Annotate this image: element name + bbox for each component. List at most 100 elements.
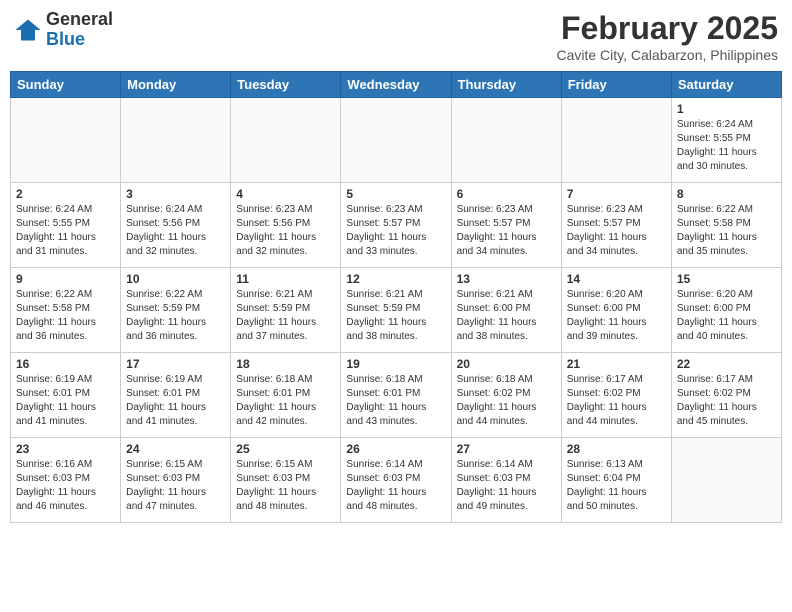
- day-number: 14: [567, 272, 666, 286]
- day-info: Sunrise: 6:14 AM Sunset: 6:03 PM Dayligh…: [457, 458, 556, 514]
- day-info: Sunrise: 6:21 AM Sunset: 5:59 PM Dayligh…: [236, 288, 335, 344]
- calendar-cell: [121, 98, 231, 183]
- calendar-cell: 12 Sunrise: 6:21 AM Sunset: 5:59 PM Dayli…: [341, 268, 451, 353]
- weekday-header-wednesday: Wednesday: [341, 72, 451, 98]
- day-number: 26: [346, 442, 445, 456]
- day-info: Sunrise: 6:20 AM Sunset: 6:00 PM Dayligh…: [567, 288, 666, 344]
- logo-text: General Blue: [46, 10, 113, 50]
- day-number: 12: [346, 272, 445, 286]
- day-number: 1: [677, 102, 776, 116]
- day-info: Sunrise: 6:17 AM Sunset: 6:02 PM Dayligh…: [677, 373, 776, 429]
- day-info: Sunrise: 6:15 AM Sunset: 6:03 PM Dayligh…: [126, 458, 225, 514]
- day-info: Sunrise: 6:18 AM Sunset: 6:01 PM Dayligh…: [346, 373, 445, 429]
- day-info: Sunrise: 6:21 AM Sunset: 5:59 PM Dayligh…: [346, 288, 445, 344]
- calendar-cell: 24 Sunrise: 6:15 AM Sunset: 6:03 PM Dayli…: [121, 438, 231, 523]
- weekday-header-friday: Friday: [561, 72, 671, 98]
- calendar-cell: 28 Sunrise: 6:13 AM Sunset: 6:04 PM Dayli…: [561, 438, 671, 523]
- day-info: Sunrise: 6:24 AM Sunset: 5:56 PM Dayligh…: [126, 203, 225, 259]
- day-number: 6: [457, 187, 556, 201]
- calendar-cell: 13Sunrise: 6:21 AM Sunset: 6:00 PM Dayli…: [451, 268, 561, 353]
- day-info: Sunrise: 6:22 AM Sunset: 5:58 PM Dayligh…: [16, 288, 115, 344]
- month-year: February 2025: [556, 10, 778, 47]
- page-header: General Blue February 2025 Cavite City, …: [10, 10, 782, 63]
- calendar-cell: 3 Sunrise: 6:24 AM Sunset: 5:56 PM Daylig…: [121, 183, 231, 268]
- calendar-cell: 22 Sunrise: 6:17 AM Sunset: 6:02 PM Dayli…: [671, 353, 781, 438]
- calendar-cell: 18 Sunrise: 6:18 AM Sunset: 6:01 PM Dayli…: [231, 353, 341, 438]
- week-row-5: 23 Sunrise: 6:16 AM Sunset: 6:03 PM Dayli…: [11, 438, 782, 523]
- logo: General Blue: [14, 10, 113, 50]
- day-info: Sunrise: 6:19 AM Sunset: 6:01 PM Dayligh…: [16, 373, 115, 429]
- calendar-cell: 4Sunrise: 6:23 AM Sunset: 5:56 PM Daylig…: [231, 183, 341, 268]
- day-number: 16: [16, 357, 115, 371]
- logo-icon: [14, 16, 42, 44]
- day-number: 25: [236, 442, 335, 456]
- day-info: Sunrise: 6:18 AM Sunset: 6:01 PM Dayligh…: [236, 373, 335, 429]
- calendar-cell: [231, 98, 341, 183]
- weekday-header-row: SundayMondayTuesdayWednesdayThursdayFrid…: [11, 72, 782, 98]
- day-info: Sunrise: 6:17 AM Sunset: 6:02 PM Dayligh…: [567, 373, 666, 429]
- day-info: Sunrise: 6:23 AM Sunset: 5:56 PM Dayligh…: [236, 203, 335, 259]
- calendar-cell: [11, 98, 121, 183]
- day-info: Sunrise: 6:23 AM Sunset: 5:57 PM Dayligh…: [346, 203, 445, 259]
- week-row-1: 1 Sunrise: 6:24 AM Sunset: 5:55 PM Daylig…: [11, 98, 782, 183]
- calendar-cell: 23 Sunrise: 6:16 AM Sunset: 6:03 PM Dayli…: [11, 438, 121, 523]
- day-info: Sunrise: 6:21 AM Sunset: 6:00 PM Dayligh…: [457, 288, 556, 344]
- calendar-cell: 9 Sunrise: 6:22 AM Sunset: 5:58 PM Daylig…: [11, 268, 121, 353]
- day-info: Sunrise: 6:16 AM Sunset: 6:03 PM Dayligh…: [16, 458, 115, 514]
- day-number: 17: [126, 357, 225, 371]
- calendar-table: SundayMondayTuesdayWednesdayThursdayFrid…: [10, 71, 782, 523]
- day-number: 24: [126, 442, 225, 456]
- day-number: 27: [457, 442, 556, 456]
- day-info: Sunrise: 6:23 AM Sunset: 5:57 PM Dayligh…: [457, 203, 556, 259]
- calendar-cell: 20 Sunrise: 6:18 AM Sunset: 6:02 PM Dayli…: [451, 353, 561, 438]
- calendar-cell: [451, 98, 561, 183]
- day-number: 19: [346, 357, 445, 371]
- logo-blue: Blue: [46, 30, 113, 50]
- calendar-cell: 6 Sunrise: 6:23 AM Sunset: 5:57 PM Daylig…: [451, 183, 561, 268]
- weekday-header-monday: Monday: [121, 72, 231, 98]
- day-number: 5: [346, 187, 445, 201]
- calendar-cell: 11 Sunrise: 6:21 AM Sunset: 5:59 PM Dayli…: [231, 268, 341, 353]
- day-number: 22: [677, 357, 776, 371]
- calendar-cell: 17Sunrise: 6:19 AM Sunset: 6:01 PM Dayli…: [121, 353, 231, 438]
- day-info: Sunrise: 6:24 AM Sunset: 5:55 PM Dayligh…: [677, 118, 776, 174]
- calendar-cell: 25 Sunrise: 6:15 AM Sunset: 6:03 PM Dayli…: [231, 438, 341, 523]
- week-row-3: 9 Sunrise: 6:22 AM Sunset: 5:58 PM Daylig…: [11, 268, 782, 353]
- day-info: Sunrise: 6:20 AM Sunset: 6:00 PM Dayligh…: [677, 288, 776, 344]
- day-info: Sunrise: 6:15 AM Sunset: 6:03 PM Dayligh…: [236, 458, 335, 514]
- day-number: 18: [236, 357, 335, 371]
- week-row-2: 2Sunrise: 6:24 AM Sunset: 5:55 PM Daylig…: [11, 183, 782, 268]
- calendar-cell: 14 Sunrise: 6:20 AM Sunset: 6:00 PM Dayli…: [561, 268, 671, 353]
- calendar-cell: [341, 98, 451, 183]
- day-number: 3: [126, 187, 225, 201]
- calendar-cell: 19 Sunrise: 6:18 AM Sunset: 6:01 PM Dayli…: [341, 353, 451, 438]
- day-number: 9: [16, 272, 115, 286]
- calendar-cell: 26 Sunrise: 6:14 AM Sunset: 6:03 PM Dayli…: [341, 438, 451, 523]
- calendar-cell: 2Sunrise: 6:24 AM Sunset: 5:55 PM Daylig…: [11, 183, 121, 268]
- weekday-header-saturday: Saturday: [671, 72, 781, 98]
- weekday-header-thursday: Thursday: [451, 72, 561, 98]
- day-info: Sunrise: 6:18 AM Sunset: 6:02 PM Dayligh…: [457, 373, 556, 429]
- day-number: 11: [236, 272, 335, 286]
- title-block: February 2025 Cavite City, Calabarzon, P…: [556, 10, 778, 63]
- calendar-cell: [671, 438, 781, 523]
- calendar-cell: 8Sunrise: 6:22 AM Sunset: 5:58 PM Daylig…: [671, 183, 781, 268]
- calendar-cell: [561, 98, 671, 183]
- calendar-cell: 16 Sunrise: 6:19 AM Sunset: 6:01 PM Dayli…: [11, 353, 121, 438]
- calendar-cell: 1 Sunrise: 6:24 AM Sunset: 5:55 PM Daylig…: [671, 98, 781, 183]
- day-number: 20: [457, 357, 556, 371]
- week-row-4: 16 Sunrise: 6:19 AM Sunset: 6:01 PM Dayli…: [11, 353, 782, 438]
- day-number: 21: [567, 357, 666, 371]
- location: Cavite City, Calabarzon, Philippines: [556, 47, 778, 63]
- weekday-header-tuesday: Tuesday: [231, 72, 341, 98]
- logo-general: General: [46, 10, 113, 30]
- day-info: Sunrise: 6:22 AM Sunset: 5:59 PM Dayligh…: [126, 288, 225, 344]
- day-number: 23: [16, 442, 115, 456]
- day-info: Sunrise: 6:24 AM Sunset: 5:55 PM Dayligh…: [16, 203, 115, 259]
- day-number: 28: [567, 442, 666, 456]
- calendar-cell: 7Sunrise: 6:23 AM Sunset: 5:57 PM Daylig…: [561, 183, 671, 268]
- calendar-cell: 15Sunrise: 6:20 AM Sunset: 6:00 PM Dayli…: [671, 268, 781, 353]
- day-number: 8: [677, 187, 776, 201]
- day-info: Sunrise: 6:14 AM Sunset: 6:03 PM Dayligh…: [346, 458, 445, 514]
- day-info: Sunrise: 6:13 AM Sunset: 6:04 PM Dayligh…: [567, 458, 666, 514]
